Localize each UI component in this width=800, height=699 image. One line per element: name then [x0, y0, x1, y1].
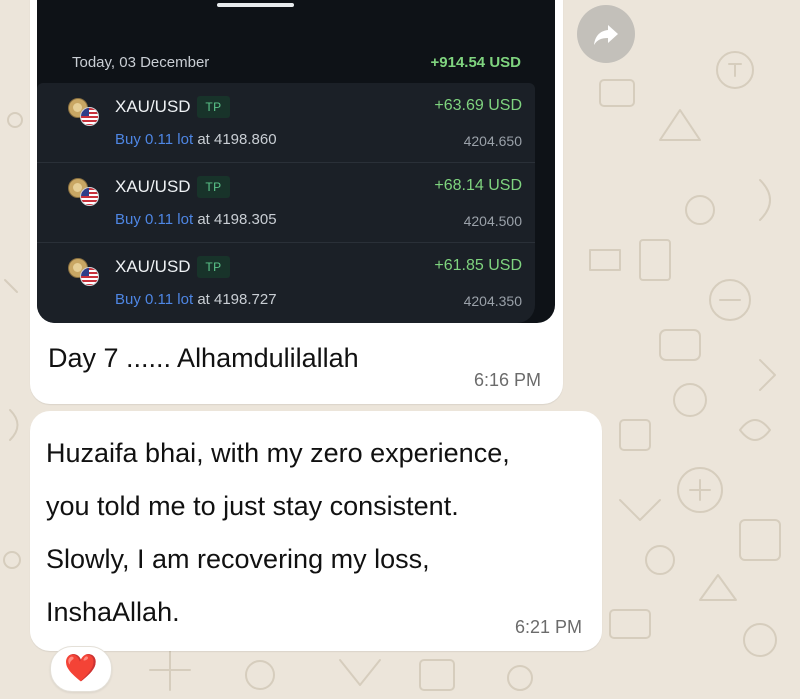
message-timestamp: 6:21 PM — [514, 617, 582, 637]
close-price: 4204.500 — [463, 213, 522, 229]
trade-history-image[interactable]: Today, 03 December +914.54 USD XAU/USD T… — [37, 0, 555, 323]
message-bubble-image[interactable]: Today, 03 December +914.54 USD XAU/USD T… — [30, 0, 563, 404]
trade-list: XAU/USD TP Buy 0.11 lot at 4198.860 +63.… — [37, 83, 535, 323]
trade-volume: 0.11 — [145, 131, 174, 148]
trade-profit: +63.69 USD — [434, 97, 522, 114]
message-reaction[interactable]: ❤️ — [50, 646, 112, 692]
trade-volume: 0.11 — [145, 211, 174, 228]
trade-pair: XAU/USD — [115, 177, 191, 196]
message-text: Huzaifa bhai, with my zero experience, y… — [46, 427, 586, 639]
trade-row: XAU/USD TP Buy 0.11 lot at 4198.305 +68.… — [37, 163, 535, 243]
tp-badge: TP — [197, 96, 230, 118]
trade-pair: XAU/USD — [115, 257, 191, 276]
trade-unit: lot — [177, 211, 194, 228]
trade-unit: lot — [177, 291, 194, 308]
trade-row: XAU/USD TP Buy 0.11 lot at 4198.727 +61.… — [37, 243, 535, 323]
gold-usd-pair-icon — [68, 258, 102, 286]
forward-arrow-icon — [594, 25, 618, 45]
trade-row: XAU/USD TP Buy 0.11 lot at 4198.860 +63.… — [37, 83, 535, 163]
message-line: InshaAllah. — [46, 597, 180, 627]
heart-icon: ❤️ — [64, 653, 98, 683]
tp-badge: TP — [197, 176, 230, 198]
trade-side: Buy — [115, 291, 141, 308]
trade-profit: +68.14 USD — [434, 177, 522, 194]
tp-badge: TP — [197, 256, 230, 278]
trade-detail: Buy 0.11 lot at 4198.860 — [115, 131, 277, 148]
close-price: 4204.650 — [463, 133, 522, 149]
open-price: 4198.860 — [214, 131, 277, 148]
trade-side: Buy — [115, 131, 141, 148]
message-bubble-text[interactable]: Huzaifa bhai, with my zero experience, y… — [30, 411, 602, 651]
trade-detail: Buy 0.11 lot at 4198.305 — [115, 211, 277, 228]
open-price: 4198.727 — [214, 291, 277, 308]
at-label: at — [197, 131, 210, 148]
trade-volume: 0.11 — [145, 291, 174, 308]
trade-side: Buy — [115, 211, 141, 228]
trade-profit: +61.85 USD — [434, 257, 522, 274]
trade-detail: Buy 0.11 lot at 4198.727 — [115, 291, 277, 308]
at-label: at — [197, 211, 210, 228]
trade-pair: XAU/USD — [115, 97, 191, 116]
message-line: Slowly, I am recovering my loss, — [46, 544, 430, 574]
day-total-profit: +914.54 USD — [430, 54, 521, 71]
tab-indicator — [217, 3, 294, 7]
at-label: at — [197, 291, 210, 308]
message-line: you told me to just stay consistent. — [46, 491, 459, 521]
message-timestamp: 6:16 PM — [473, 370, 541, 390]
date-label: Today, 03 December — [72, 54, 210, 71]
gold-usd-pair-icon — [68, 178, 102, 206]
forward-button[interactable] — [577, 5, 635, 63]
close-price: 4204.350 — [463, 293, 522, 309]
image-caption: Day 7 ...... Alhamdulilallah — [48, 343, 359, 373]
message-line: Huzaifa bhai, with my zero experience, — [46, 438, 510, 468]
gold-usd-pair-icon — [68, 98, 102, 126]
trade-unit: lot — [177, 131, 194, 148]
open-price: 4198.305 — [214, 211, 277, 228]
day-summary-header: Today, 03 December +914.54 USD — [37, 44, 555, 80]
